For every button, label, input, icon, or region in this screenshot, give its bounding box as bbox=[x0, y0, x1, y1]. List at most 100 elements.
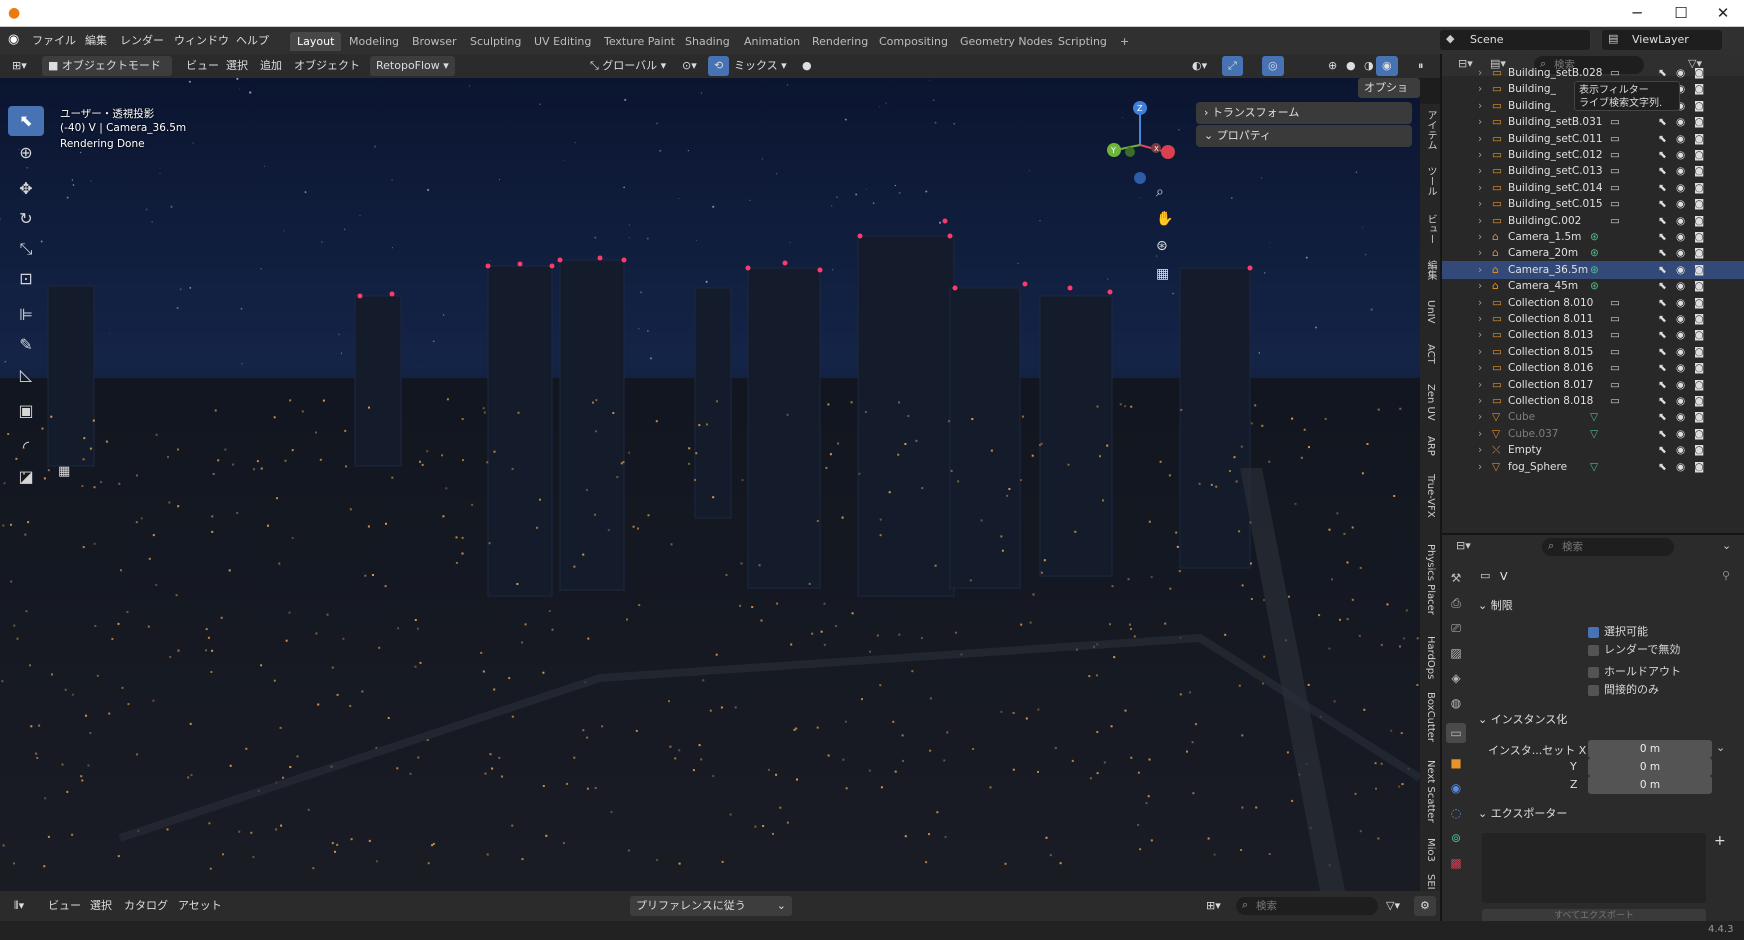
outliner-item[interactable]: › ▭ Collection 8.013 ⬉ ◉ ◙ ▭ bbox=[1442, 326, 1744, 344]
render-camera-icon[interactable]: ◙ bbox=[1694, 64, 1704, 82]
options-dropdown[interactable]: オプション ▾ bbox=[1358, 78, 1420, 114]
rotate-tool[interactable]: ↻ bbox=[8, 204, 44, 234]
selectable-arrow-icon[interactable]: ⬉ bbox=[1658, 64, 1667, 82]
cursor-tool[interactable]: ⊕ bbox=[8, 138, 44, 168]
selectable-arrow-icon[interactable]: ⬉ bbox=[1658, 294, 1667, 312]
selectable-arrow-icon[interactable]: ⬉ bbox=[1658, 310, 1667, 328]
instance-offset-z-field[interactable]: 0 m bbox=[1588, 776, 1712, 794]
eye-icon[interactable]: ◉ bbox=[1676, 113, 1685, 131]
eye-icon[interactable]: ◉ bbox=[1676, 441, 1685, 459]
eye-icon[interactable]: ◉ bbox=[1676, 425, 1685, 443]
eye-icon[interactable]: ◉ bbox=[1676, 408, 1685, 426]
selectable-arrow-icon[interactable]: ⬉ bbox=[1658, 130, 1667, 148]
expand-arrow-icon[interactable]: › bbox=[1478, 97, 1482, 115]
eye-icon[interactable]: ◉ bbox=[1676, 326, 1685, 344]
sidebar-tab-univ[interactable]: UnIV bbox=[1420, 300, 1440, 323]
retopoflow-button[interactable]: RetopoFlow ▾ bbox=[370, 56, 455, 76]
expand-arrow-icon[interactable]: › bbox=[1478, 392, 1482, 410]
outliner-item[interactable]: › ▭ Building_setB.031 ⬉ ◉ ◙ ▭ bbox=[1442, 113, 1744, 131]
outliner-item[interactable]: › ▽ Cube.037 ⬉ ◉ ◙ ▽ bbox=[1442, 425, 1744, 443]
sidebar-tab-next-scatter[interactable]: Next Scatter bbox=[1420, 760, 1440, 823]
render-camera-icon[interactable]: ◙ bbox=[1694, 326, 1704, 344]
eye-icon[interactable]: ◉ bbox=[1676, 228, 1685, 246]
outliner-item[interactable]: › ⌂ Camera_36.5m ⬉ ◉ ◙ ⊛ bbox=[1442, 260, 1744, 279]
pan-hand-icon[interactable]: ✋ bbox=[1156, 211, 1173, 227]
menu-object[interactable]: オブジェクト bbox=[288, 56, 366, 76]
menu-edit[interactable]: 編集 bbox=[79, 31, 113, 50]
eye-icon[interactable]: ◉ bbox=[1676, 310, 1685, 328]
menu-file[interactable]: ファイル bbox=[26, 31, 82, 50]
overlay-toggle-icon[interactable]: ◎ bbox=[1262, 56, 1284, 76]
tool-props-tab-icon[interactable]: ⚒ bbox=[1446, 568, 1466, 588]
boxcutter-tool[interactable]: ◪ bbox=[8, 462, 44, 492]
outliner-item[interactable]: › ⤬ Empty ⬉ ◉ ◙ bbox=[1442, 441, 1744, 459]
instancing-section[interactable]: ⌄ インスタンス化 bbox=[1478, 709, 1740, 731]
tab-layout[interactable]: Layout bbox=[290, 32, 342, 51]
checker-icon[interactable]: ▦ bbox=[58, 464, 70, 479]
asset-search-input[interactable]: 検索 bbox=[1236, 897, 1378, 915]
properties-search-input[interactable]: 検索 bbox=[1542, 538, 1674, 556]
restrictions-section[interactable]: ⌄ 制限 bbox=[1478, 595, 1740, 617]
instance-offset-x-field[interactable]: 0 m bbox=[1588, 740, 1712, 758]
render-camera-icon[interactable]: ◙ bbox=[1694, 261, 1704, 279]
selectable-arrow-icon[interactable]: ⬉ bbox=[1658, 458, 1667, 476]
render-camera-icon[interactable]: ◙ bbox=[1694, 376, 1704, 394]
sidebar-tab-arp[interactable]: ARP bbox=[1420, 436, 1440, 456]
physics-tab-icon[interactable]: ◌ bbox=[1446, 803, 1466, 823]
mode-dropdown[interactable]: ■ オブジェクトモード ▾ bbox=[42, 56, 172, 92]
add-workspace-button[interactable]: + bbox=[1113, 32, 1136, 51]
outliner-item[interactable]: › ▭ Building_setC.015 ⬉ ◉ ◙ ▭ bbox=[1442, 195, 1744, 213]
menu-window[interactable]: ウィンドウ bbox=[168, 31, 235, 50]
asset-filter-icon[interactable]: ▽▾ bbox=[1380, 896, 1406, 916]
outliner-item[interactable]: › ⌂ Camera_1.5m ⬉ ◉ ◙ ⊛ bbox=[1442, 228, 1744, 246]
outliner-item[interactable]: › ▭ Collection 8.018 ⬉ ◉ ◙ ▭ bbox=[1442, 392, 1744, 410]
snap-icon[interactable]: ⟲ bbox=[708, 56, 730, 76]
scale-tool[interactable]: ⤡ bbox=[8, 234, 44, 264]
expand-arrow-icon[interactable]: › bbox=[1478, 294, 1482, 312]
eye-icon[interactable]: ◉ bbox=[1676, 458, 1685, 476]
tab-uv-editing[interactable]: UV Editing bbox=[527, 32, 598, 51]
sidebar-tab-item[interactable]: アイテム bbox=[1420, 110, 1440, 150]
align-tool[interactable]: ⊫ bbox=[8, 300, 44, 330]
outliner-item[interactable]: › ▭ Collection 8.016 ⬉ ◉ ◙ ▭ bbox=[1442, 359, 1744, 377]
pause-render-icon[interactable]: ⏸ bbox=[1412, 56, 1430, 76]
asset-menu-view[interactable]: ビュー bbox=[42, 896, 87, 916]
asset-menu-catalog[interactable]: カタログ bbox=[118, 896, 174, 916]
sidebar-tab-view[interactable]: ビュー bbox=[1420, 214, 1440, 244]
modifier-tab-icon[interactable]: ◉ bbox=[1446, 778, 1466, 798]
viewlayer-selector[interactable]: ▤ ViewLayer bbox=[1602, 30, 1722, 50]
expand-arrow-icon[interactable]: › bbox=[1478, 195, 1482, 213]
collection-tab-icon[interactable]: ▭ bbox=[1446, 723, 1466, 743]
transform-orientation-dropdown[interactable]: ⤡ グローバル ▾ bbox=[584, 56, 672, 76]
offset-dropdown-icon[interactable]: ⌄ bbox=[1716, 741, 1725, 754]
eye-icon[interactable]: ◉ bbox=[1676, 162, 1685, 180]
outliner-item[interactable]: › ⌂ Camera_20m ⬉ ◉ ◙ ⊛ bbox=[1442, 244, 1744, 262]
tab-animation[interactable]: Animation bbox=[737, 32, 807, 51]
selectable-arrow-icon[interactable]: ⬉ bbox=[1658, 228, 1667, 246]
sidebar-tab-mio3[interactable]: Mio3 bbox=[1420, 838, 1440, 862]
render-camera-icon[interactable]: ◙ bbox=[1694, 425, 1704, 443]
properties-editor-icon[interactable]: ⊟▾ bbox=[1456, 539, 1471, 552]
render-camera-icon[interactable]: ◙ bbox=[1694, 441, 1704, 459]
visibility-icon[interactable]: ◐▾ bbox=[1186, 56, 1213, 76]
render-camera-icon[interactable]: ◙ bbox=[1694, 212, 1704, 230]
exporter-list[interactable] bbox=[1482, 833, 1706, 903]
curve-tool[interactable]: ◜ bbox=[8, 432, 44, 462]
render-camera-icon[interactable]: ◙ bbox=[1694, 244, 1704, 262]
transform-tool[interactable]: ⊡ bbox=[8, 264, 44, 294]
shading-rendered-icon[interactable]: ◉ bbox=[1376, 56, 1398, 76]
snap-mode-dropdown[interactable]: ミックス ▾ bbox=[728, 56, 793, 76]
selectable-arrow-icon[interactable]: ⬉ bbox=[1658, 244, 1667, 262]
3d-viewport[interactable]: ユーザー・透視投影 (-40) V | Camera_36.5m Renderi… bbox=[0, 78, 1420, 891]
scene-selector[interactable]: ◆ Scene bbox=[1440, 30, 1590, 50]
world-tab-icon[interactable]: ◍ bbox=[1446, 693, 1466, 713]
eye-icon[interactable]: ◉ bbox=[1676, 261, 1685, 279]
tab-shading[interactable]: Shading bbox=[678, 32, 737, 51]
outliner-item[interactable]: › ▽ fog_Sphere ⬉ ◉ ◙ ▽ bbox=[1442, 458, 1744, 476]
grid-display-icon[interactable]: ⊞▾ bbox=[1200, 896, 1227, 916]
render-camera-icon[interactable]: ◙ bbox=[1694, 228, 1704, 246]
add-exporter-icon[interactable]: + bbox=[1714, 833, 1726, 849]
eye-icon[interactable]: ◉ bbox=[1676, 179, 1685, 197]
tab-rendering[interactable]: Rendering bbox=[805, 32, 875, 51]
disable-render-checkbox[interactable]: レンダーで無効 bbox=[1588, 641, 1680, 657]
